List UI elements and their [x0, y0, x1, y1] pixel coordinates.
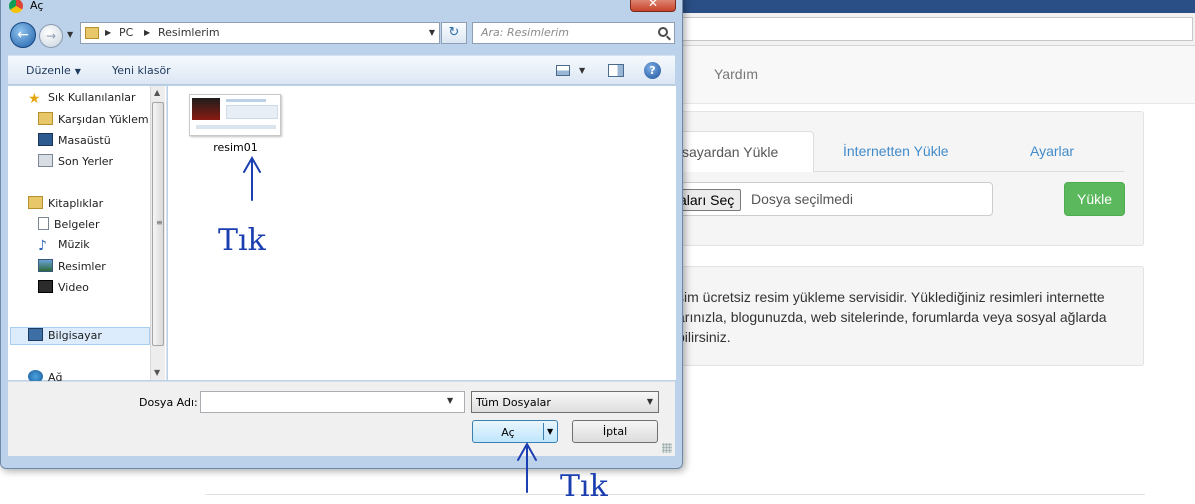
- nav-item-desktop[interactable]: Masaüstü: [38, 133, 111, 151]
- filename-label: Dosya Adı:: [139, 396, 198, 409]
- nav-label: Karşıdan Yüklem: [58, 113, 149, 126]
- nav-link-help[interactable]: Yardım: [714, 66, 758, 82]
- search-input[interactable]: Ara: Resimlerim: [472, 22, 675, 44]
- navigation-row: ← → ▼ ▶ PC ▶ Resimlerim ▼ ↻ Ara: Resimle…: [1, 19, 682, 49]
- scroll-up-arrow-icon[interactable]: ▲: [154, 88, 160, 97]
- nav-label: Son Yerler: [58, 155, 114, 168]
- search-placeholder: Ara: Resimlerim: [481, 26, 570, 39]
- new-folder-button[interactable]: Yeni klasör: [112, 64, 171, 77]
- organize-menu[interactable]: Düzenle ▼: [26, 64, 81, 77]
- chevron-right-icon[interactable]: ▶: [144, 28, 150, 37]
- tab-settings[interactable]: Ayarlar: [1030, 143, 1074, 159]
- chevron-down-icon: ▼: [646, 397, 653, 406]
- nav-label: Resimler: [58, 260, 106, 273]
- open-file-dialog: Aç ✕ ← → ▼ ▶ PC ▶ Resimlerim ▼ ↻ Ara: Re…: [0, 0, 683, 469]
- navigation-pane: ★ Sık Kullanılanlar Karşıdan Yüklem Masaü…: [8, 86, 167, 384]
- open-button[interactable]: Aç ▼: [472, 420, 558, 443]
- image-thumbnail[interactable]: [189, 94, 281, 136]
- filename-input[interactable]: [200, 391, 465, 413]
- tab-upload-from-internet[interactable]: İnternetten Yükle: [843, 143, 949, 159]
- chevron-right-icon[interactable]: ▶: [105, 28, 111, 37]
- tabs-divider: [814, 171, 1124, 172]
- upload-button[interactable]: Yükle: [1064, 182, 1125, 216]
- preview-pane-icon[interactable]: [608, 64, 624, 77]
- scroll-down-arrow-icon[interactable]: ▼: [154, 368, 160, 377]
- nav-label: Belgeler: [54, 218, 100, 231]
- breadcrumb-pc[interactable]: PC: [119, 26, 133, 39]
- view-mode-icon[interactable]: [556, 65, 570, 76]
- info-line: arınızla, blogunuzda, web sitelerinde, f…: [677, 309, 1107, 325]
- info-line: bilirsiniz.: [677, 329, 731, 345]
- downloads-folder-icon: [38, 112, 53, 125]
- close-button[interactable]: ✕: [630, 0, 676, 12]
- nav-label: Bilgisayar: [48, 329, 102, 342]
- arrow-right-icon: →: [45, 29, 57, 43]
- chevron-down-icon[interactable]: ▼: [579, 66, 585, 75]
- nav-label: Masaüstü: [58, 134, 111, 147]
- dialog-title: Aç: [30, 0, 44, 12]
- chevron-down-icon[interactable]: ▼: [547, 427, 553, 436]
- chevron-down-icon[interactable]: ▼: [447, 396, 453, 405]
- organize-label: Düzenle: [26, 64, 71, 77]
- page-divider: [205, 494, 1145, 495]
- file-list: resim01: [168, 86, 676, 380]
- nav-label: Sık Kullanılanlar: [48, 91, 136, 104]
- chrome-icon: [9, 0, 23, 13]
- folder-icon: [85, 27, 99, 39]
- nav-item-pictures[interactable]: Resimler: [38, 259, 106, 277]
- cancel-button[interactable]: İptal: [572, 420, 658, 443]
- split-divider: [543, 423, 544, 440]
- pictures-icon: [38, 259, 53, 272]
- dialog-footer: Dosya Adı: ▼ Tüm Dosyalar ▼ Aç ▼ İptal: [8, 381, 675, 456]
- file-name: resim01: [213, 141, 258, 154]
- file-item[interactable]: resim01: [189, 94, 282, 158]
- forward-button[interactable]: →: [39, 24, 63, 48]
- refresh-button[interactable]: ↻: [441, 22, 467, 44]
- music-icon: ♪: [38, 238, 47, 254]
- annotation-label: Tık: [560, 469, 609, 504]
- recent-locations-dropdown[interactable]: ▼: [67, 30, 73, 39]
- breadcrumb-pictures[interactable]: Resimlerim: [158, 26, 220, 39]
- video-icon: [38, 280, 53, 293]
- back-button[interactable]: ←: [10, 22, 36, 48]
- nav-item-libraries[interactable]: Kitaplıklar: [28, 196, 103, 214]
- arrow-left-icon: ←: [17, 27, 29, 43]
- nav-item-computer[interactable]: Bilgisayar: [28, 328, 102, 346]
- filetype-select[interactable]: Tüm Dosyalar ▼: [471, 391, 659, 413]
- nav-item-videos[interactable]: Video: [38, 280, 89, 298]
- help-icon[interactable]: ?: [644, 62, 661, 79]
- documents-icon: [38, 217, 49, 230]
- desktop-icon: [38, 133, 53, 146]
- star-icon: ★: [28, 91, 41, 107]
- navigation-scrollbar[interactable]: ▲ ≡ ▼: [150, 86, 165, 380]
- nav-label: Müzik: [58, 238, 90, 251]
- recent-places-icon: [38, 154, 53, 167]
- file-status-text: Dosya seçilmedi: [751, 191, 853, 207]
- nav-label: Video: [58, 281, 89, 294]
- nav-item-favorites[interactable]: ★ Sık Kullanılanlar: [28, 91, 136, 109]
- dialog-title-bar[interactable]: Aç ✕: [1, 0, 682, 13]
- libraries-icon: [28, 196, 43, 209]
- chevron-down-icon[interactable]: ▼: [429, 28, 435, 37]
- chevron-down-icon: ▼: [74, 67, 81, 76]
- resize-grip-icon[interactable]: [662, 443, 672, 453]
- grip-icon: ≡: [156, 218, 163, 227]
- filetype-value: Tüm Dosyalar: [476, 396, 551, 409]
- open-button-label: Aç: [501, 426, 515, 439]
- search-icon[interactable]: [658, 27, 668, 37]
- nav-item-documents[interactable]: Belgeler: [38, 217, 99, 235]
- browser-address-field[interactable]: [676, 17, 1193, 41]
- address-bar[interactable]: ▶ PC ▶ Resimlerim ▼: [80, 22, 440, 44]
- refresh-icon: ↻: [448, 25, 460, 40]
- nav-label: Kitaplıklar: [48, 197, 104, 210]
- nav-item-music[interactable]: ♪ Müzik: [38, 238, 90, 256]
- computer-icon: [28, 328, 43, 341]
- command-toolbar: Düzenle ▼ Yeni klasör ▼ ?: [8, 55, 675, 85]
- scroll-thumb[interactable]: ≡: [152, 102, 164, 346]
- nav-item-recent-places[interactable]: Son Yerler: [38, 154, 113, 172]
- info-line: sim ücretsiz resim yükleme servisidir. Y…: [677, 289, 1105, 305]
- nav-item-downloads[interactable]: Karşıdan Yüklem: [38, 112, 149, 130]
